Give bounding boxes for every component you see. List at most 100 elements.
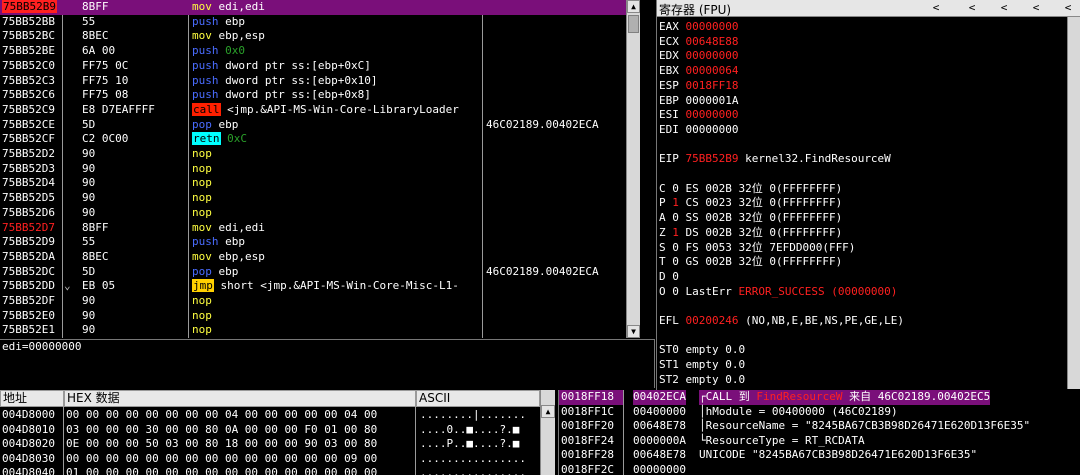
disassembly-row[interactable]: 75BB52DF 90 nop [0, 294, 640, 309]
stack-comment: ┌CALL 到 FindResourceW 来自 46C02189.00402E… [699, 390, 991, 405]
mnemonic: push [192, 58, 219, 72]
disassembly-row[interactable]: 75BB52D6 90 nop [0, 206, 640, 221]
register-value: 00000064 [685, 64, 739, 78]
prev-arrow-icon[interactable]: < [997, 1, 1011, 14]
dump-ascii[interactable]: ....P..■....?.■ [420, 437, 519, 452]
scroll-thumb[interactable] [628, 15, 639, 33]
dump-scrollbar[interactable]: ▲ [540, 390, 555, 475]
dump-hex-bytes[interactable]: 00 00 00 00 00 00 00 00 00 00 00 00 00 0… [66, 452, 377, 467]
prev-arrow-icon[interactable]: < [965, 1, 979, 14]
mnemonic: nop [192, 308, 212, 322]
address-text: 75BB52CE [2, 117, 55, 131]
register-line[interactable]: EBP 0000001A [659, 94, 738, 109]
disassembly-row[interactable]: 75BB52CE 5D pop ebp 46C02189.00402ECA [0, 118, 640, 133]
disassembly-row[interactable]: 75BB52D7 8BFF mov edi,edi [0, 221, 640, 236]
register-line[interactable]: ECX 00648E88 [659, 35, 738, 50]
disassembly-row[interactable]: 75BB52DC 5D pop ebp 46C02189.00402ECA [0, 265, 640, 280]
registers-scrollbar[interactable] [1067, 17, 1080, 389]
instruction-bytes: 90 [82, 308, 96, 322]
disassembly-row[interactable]: 75BB52C0 FF75 0C push dword ptr ss:[ebp+0x… [0, 59, 640, 74]
disassembly-row[interactable]: 75BB52C3 FF75 10 push dword ptr ss:[ebp+0x… [0, 74, 640, 89]
register-line[interactable]: Z 1 DS 002B 32位 0(FFFFFFFF) [659, 226, 842, 241]
dump-hex-bytes[interactable]: 01 00 00 00 00 00 00 00 00 00 00 00 00 0… [66, 466, 377, 475]
disassembly-row[interactable]: 75BB52D9 55 push ebp [0, 235, 640, 250]
mnemonic: nop [192, 161, 212, 175]
register-line[interactable]: S 0 FS 0053 32位 7EFDD000(FFF) [659, 241, 855, 256]
dump-header-ascii[interactable]: ASCII [416, 390, 540, 407]
scroll-down-button[interactable]: ▼ [627, 325, 640, 338]
dump-ascii[interactable]: ................ [420, 452, 526, 467]
register-line[interactable]: T 0 GS 002B 32位 0(FFFFFFFF) [659, 255, 842, 270]
stack-pane[interactable]: 0018FF18 00402ECA ┌CALL 到 FindResourceW 来自… [558, 390, 1080, 475]
register-line[interactable]: EAX 00000000 [659, 20, 738, 35]
register-value: EBP [659, 93, 686, 107]
instruction-address: 75BB52B9 [2, 0, 57, 15]
dump-header-hex[interactable]: HEX 数据 [64, 390, 416, 407]
operands: short <jmp.&API-MS-Win-Core-Misc-L1- [220, 279, 459, 293]
register-line[interactable]: ST0 empty 0.0 [659, 343, 745, 358]
register-line[interactable]: EDX 00000000 [659, 49, 738, 64]
disassembly-pane[interactable]: 75BB52B9 8BFF mov edi,edi 75BB52BB 55 push eb… [0, 0, 640, 338]
prev-arrow-icon[interactable]: < [1061, 1, 1075, 14]
prev-arrow-icon[interactable]: < [929, 1, 943, 14]
disassembly-row[interactable]: 75BB52DA 8BEC mov ebp,esp [0, 250, 640, 265]
dump-ascii[interactable]: ................ [420, 466, 526, 475]
disassembly-row[interactable]: 75BB52BC 8BEC mov ebp,esp [0, 29, 640, 44]
register-line[interactable]: EIP 75BB52B9 kernel32.FindResourceW [659, 152, 891, 167]
dump-hex-bytes[interactable]: 00 00 00 00 00 00 00 00 04 00 00 00 00 0… [66, 408, 377, 423]
register-line[interactable]: EDI 00000000 [659, 123, 738, 138]
registers-header[interactable]: 寄存器 (FPU) < < < < < [657, 0, 1080, 17]
disassembly-row[interactable]: 75BB52CF C2 0C00 retn 0xC [0, 132, 640, 147]
scroll-up-button[interactable]: ▲ [541, 405, 555, 418]
disassembly-row[interactable]: 75BB52E0 90 nop [0, 309, 640, 324]
disassembly-row[interactable]: 75BB52C6 FF75 08 push dword ptr ss:[ebp+0x… [0, 88, 640, 103]
disassembly-row[interactable]: 75BB52D4 90 nop [0, 176, 640, 191]
disassembly-row[interactable]: 75BB52D2 90 nop [0, 147, 640, 162]
address-text: 75BB52DC [2, 264, 55, 278]
hex-dump-pane[interactable]: 地址 HEX 数据 ASCII 004D8000 00 00 00 00 00 0… [0, 390, 556, 475]
scroll-up-button[interactable]: ▲ [627, 0, 640, 13]
dump-hex-bytes[interactable]: 03 00 00 00 30 00 00 80 0A 00 00 00 F0 0… [66, 423, 377, 438]
dump-ascii[interactable]: ........|....... [420, 408, 526, 423]
register-line[interactable]: ST1 empty 0.0 [659, 358, 745, 373]
stack-row[interactable]: 0018FF1C 00400000 │hModule = 00400000 (46C… [559, 405, 1080, 420]
instruction-text: nop [192, 147, 212, 162]
disassembly-row[interactable]: 75BB52D5 90 nop [0, 191, 640, 206]
stack-row[interactable]: 0018FF28 00648E78 UNICODE "8245BA67CB3B98D… [559, 448, 1080, 463]
disassembly-scrollbar[interactable]: ▲ ▼ [626, 0, 640, 338]
instruction-text: jmp short <jmp.&API-MS-Win-Core-Misc-L1- [192, 279, 459, 294]
stack-row[interactable]: 0018FF2C 00000000 [559, 463, 1080, 475]
dump-hex-bytes[interactable]: 0E 00 00 00 50 03 00 80 18 00 00 00 90 0… [66, 437, 377, 452]
stack-address: 0018FF2C [561, 462, 614, 475]
register-line[interactable]: P 1 CS 0023 32位 0(FFFFFFFF) [659, 196, 842, 211]
disassembly-row[interactable]: 75BB52BB 55 push ebp [0, 15, 640, 30]
register-line[interactable]: D 0 [659, 270, 679, 285]
disassembly-row[interactable]: 75BB52C9 E8 D7EAFFFF call <jmp.&API-MS-Win… [0, 102, 640, 118]
address-text: 75BB52D5 [2, 191, 55, 205]
register-line[interactable]: C 0 ES 002B 32位 0(FFFFFFFF) [659, 182, 842, 197]
register-value: 00000000 [685, 20, 739, 33]
operands: edi,edi [218, 220, 265, 234]
register-line[interactable]: EFL 00200246 (NO,NB,E,BE,NS,PE,GE,LE) [659, 314, 904, 329]
disassembly-row[interactable]: 75BB52B9 8BFF mov edi,edi [0, 0, 640, 15]
disassembly-row[interactable]: 75BB52D3 90 nop [0, 162, 640, 177]
register-line[interactable]: ESP 0018FF18 [659, 79, 738, 94]
register-line[interactable]: A 0 SS 002B 32位 0(FFFFFFFF) [659, 211, 842, 226]
registers-pane[interactable]: 寄存器 (FPU) < < < < < EAX 00000000 ECX 0064… [656, 0, 1080, 390]
instruction-bytes: 90 [82, 205, 96, 219]
stack-row[interactable]: 0018FF18 00402ECA ┌CALL 到 FindResourceW 来自… [559, 390, 1080, 405]
register-line[interactable]: EBX 00000064 [659, 64, 738, 79]
stack-row[interactable]: 0018FF24 0000000A └ResourceType = RT_RCDAT… [559, 434, 1080, 449]
instruction-bytes: 90 [82, 294, 96, 307]
disassembly-row[interactable]: 75BB52E1 90 nop [0, 323, 640, 338]
register-line[interactable]: O 0 LastErr ERROR_SUCCESS (00000000) [659, 285, 897, 300]
dump-ascii[interactable]: ....0..■....?.■ [420, 423, 519, 438]
disassembly-row[interactable]: 75BB52BE 6A 00 push 0x0 [0, 44, 640, 59]
prev-arrow-icon[interactable]: < [1029, 1, 1043, 14]
disassembly-row[interactable]: 75BB52DD ⌄ EB 05 jmp short <jmp.&API-MS-Win… [0, 279, 640, 294]
stack-row[interactable]: 0018FF20 00648E78 │ResourceName = "8245BA6… [559, 419, 1080, 434]
dump-header-address[interactable]: 地址 [0, 390, 64, 407]
operands: ebp [218, 117, 239, 131]
register-line[interactable]: ESI 00000000 [659, 108, 738, 123]
register-line[interactable]: ST2 empty 0.0 [659, 373, 745, 388]
